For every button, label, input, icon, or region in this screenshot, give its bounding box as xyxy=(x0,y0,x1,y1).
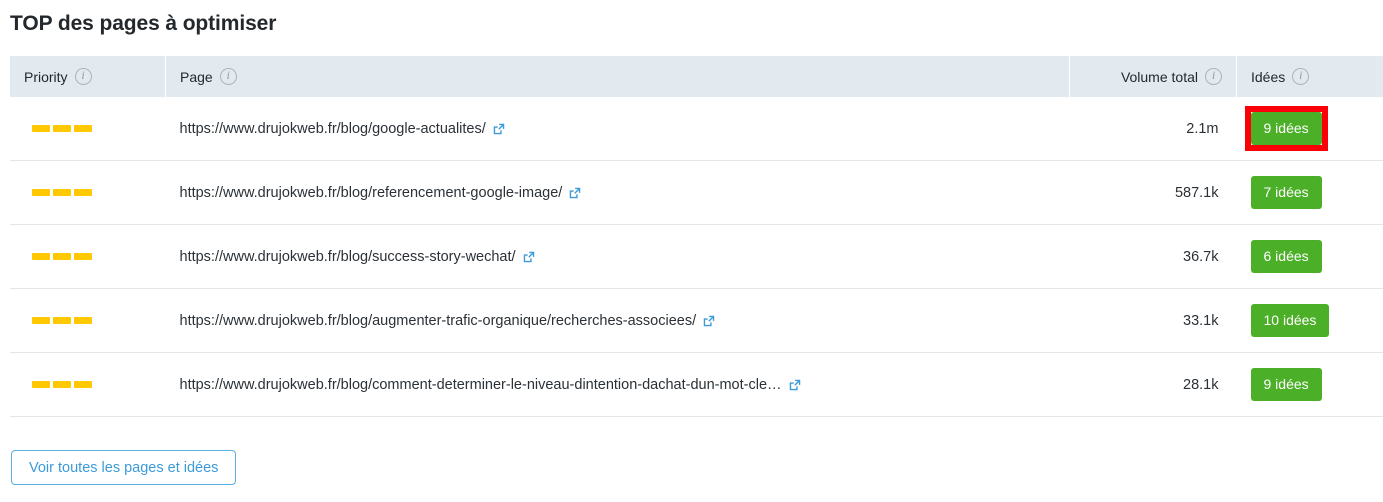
priority-segment xyxy=(53,317,71,324)
idees-badge-highlight: 9 idées xyxy=(1244,106,1328,151)
priority-segment xyxy=(53,125,71,132)
priority-segment xyxy=(53,189,71,196)
table-row: https://www.drujokweb.fr/blog/referencem… xyxy=(10,160,1383,225)
column-header-page-label: Page xyxy=(180,68,213,85)
column-header-volume-total[interactable]: Volume total xyxy=(1069,56,1237,97)
page-url-link[interactable]: https://www.drujokweb.fr/blog/referencem… xyxy=(180,185,583,201)
priority-segment xyxy=(74,381,92,388)
priority-segment xyxy=(53,381,71,388)
cell-idees: 9 idées xyxy=(1236,97,1383,161)
idees-badge[interactable]: 9 idées xyxy=(1250,112,1322,145)
cell-page: https://www.drujokweb.fr/blog/comment-de… xyxy=(165,352,1070,417)
idees-badge-holder: 10 idées xyxy=(1250,304,1330,337)
column-header-priority[interactable]: Priority xyxy=(10,56,166,97)
priority-segment xyxy=(32,317,50,324)
column-header-volume-total-label: Volume total xyxy=(1120,68,1198,85)
priority-segment xyxy=(32,189,50,196)
cell-volume-total: 36.7k xyxy=(1069,224,1237,289)
priority-segment xyxy=(53,253,71,260)
priority-segment xyxy=(32,253,50,260)
idees-badge[interactable]: 6 idées xyxy=(1250,240,1322,273)
priority-segment xyxy=(74,125,92,132)
idees-badge[interactable]: 10 idées xyxy=(1250,304,1330,337)
external-link-icon[interactable] xyxy=(522,250,536,264)
page-url-text: https://www.drujokweb.fr/blog/google-act… xyxy=(179,120,486,137)
priority-segment xyxy=(32,125,50,132)
page-url-link[interactable]: https://www.drujokweb.fr/blog/comment-de… xyxy=(180,377,802,393)
priority-bar xyxy=(32,125,92,132)
table-body: https://www.drujokweb.fr/blog/google-act… xyxy=(10,97,1383,417)
priority-segment xyxy=(74,317,92,324)
external-link-icon[interactable] xyxy=(492,122,506,136)
column-header-idees-label: Idées xyxy=(1251,68,1286,85)
priority-segment xyxy=(32,381,50,388)
column-header-idees[interactable]: Idées xyxy=(1236,56,1383,97)
priority-bar xyxy=(32,253,92,260)
idees-badge-holder: 9 idées xyxy=(1250,368,1322,401)
cell-idees: 9 idées xyxy=(1236,352,1383,417)
table-row: https://www.drujokweb.fr/blog/google-act… xyxy=(10,97,1383,161)
page-url-link[interactable]: https://www.drujokweb.fr/blog/augmenter-… xyxy=(180,313,717,329)
top-pages-table-container: Priority Page Volume total xyxy=(10,56,1383,417)
page-title: TOP des pages à optimiser xyxy=(10,12,277,35)
priority-segment xyxy=(74,253,92,260)
table-row: https://www.drujokweb.fr/blog/augmenter-… xyxy=(10,288,1383,353)
view-all-pages-and-ideas-button-label: Voir toutes les pages et idées xyxy=(29,459,219,476)
cell-idees: 6 idées xyxy=(1236,224,1383,289)
cell-volume-total: 28.1k xyxy=(1069,352,1237,417)
idees-badge-holder: 6 idées xyxy=(1250,240,1322,273)
external-link-icon[interactable] xyxy=(568,186,582,200)
view-all-pages-and-ideas-button[interactable]: Voir toutes les pages et idées xyxy=(11,450,237,485)
cell-volume-total: 2.1m xyxy=(1069,97,1237,161)
priority-bar xyxy=(32,381,92,388)
page-url-text: https://www.drujokweb.fr/blog/comment-de… xyxy=(179,376,782,393)
cell-priority xyxy=(10,97,166,161)
cell-priority xyxy=(10,352,166,417)
priority-bar xyxy=(32,317,92,324)
page-url-text: https://www.drujokweb.fr/blog/success-st… xyxy=(179,248,516,265)
cell-page: https://www.drujokweb.fr/blog/google-act… xyxy=(165,97,1070,161)
priority-bar xyxy=(32,189,92,196)
cell-volume-total: 587.1k xyxy=(1069,160,1237,225)
info-icon[interactable] xyxy=(74,68,92,85)
column-header-priority-label: Priority xyxy=(24,68,68,85)
table-header-row: Priority Page Volume total xyxy=(10,56,1383,97)
cell-priority xyxy=(10,288,166,353)
cell-page: https://www.drujokweb.fr/blog/augmenter-… xyxy=(165,288,1070,353)
cell-idees: 10 idées xyxy=(1236,288,1383,353)
info-icon[interactable] xyxy=(219,68,237,85)
page-url-text: https://www.drujokweb.fr/blog/augmenter-… xyxy=(179,312,697,329)
page-url-text: https://www.drujokweb.fr/blog/referencem… xyxy=(179,184,563,201)
external-link-icon[interactable] xyxy=(788,378,802,392)
cell-page: https://www.drujokweb.fr/blog/success-st… xyxy=(165,224,1070,289)
table-header: Priority Page Volume total xyxy=(10,56,1383,97)
cell-volume-total: 33.1k xyxy=(1069,288,1237,353)
column-header-page[interactable]: Page xyxy=(165,56,1070,97)
external-link-icon[interactable] xyxy=(702,314,716,328)
info-icon[interactable] xyxy=(1205,68,1222,85)
table-row: https://www.drujokweb.fr/blog/comment-de… xyxy=(10,352,1383,417)
idees-badge-holder: 7 idées xyxy=(1250,176,1322,209)
cell-priority xyxy=(10,160,166,225)
page-url-link[interactable]: https://www.drujokweb.fr/blog/success-st… xyxy=(180,249,536,265)
idees-badge[interactable]: 9 idées xyxy=(1250,368,1322,401)
table-row: https://www.drujokweb.fr/blog/success-st… xyxy=(10,224,1383,289)
top-pages-table: Priority Page Volume total xyxy=(10,56,1383,417)
idees-badge[interactable]: 7 idées xyxy=(1250,176,1322,209)
cell-priority xyxy=(10,224,166,289)
priority-segment xyxy=(74,189,92,196)
cell-idees: 7 idées xyxy=(1236,160,1383,225)
page-url-link[interactable]: https://www.drujokweb.fr/blog/google-act… xyxy=(180,121,506,137)
cell-page: https://www.drujokweb.fr/blog/referencem… xyxy=(165,160,1070,225)
info-icon[interactable] xyxy=(1292,68,1310,85)
